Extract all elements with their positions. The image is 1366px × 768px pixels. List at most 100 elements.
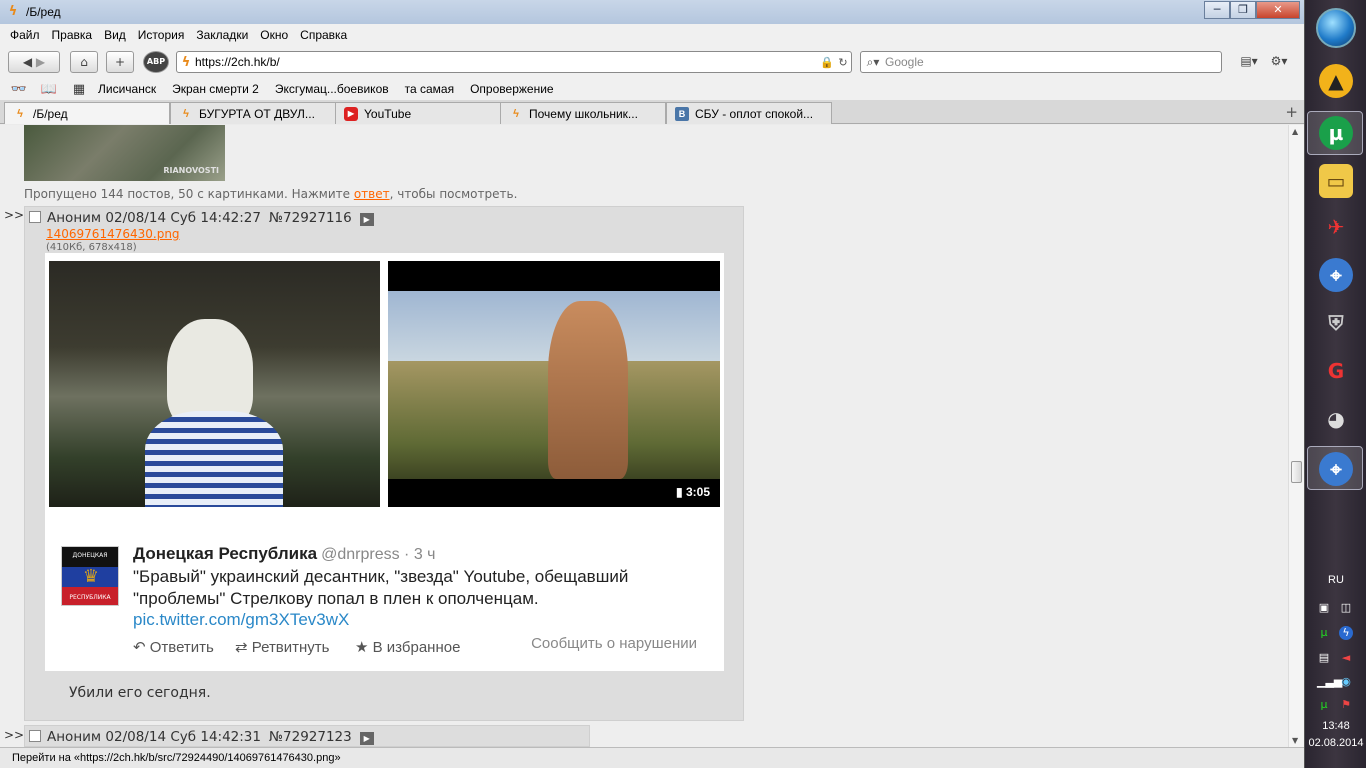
tweet-retweet: ⇄ Ретвитнуть (235, 638, 330, 656)
tab-sbu[interactable]: B СБУ - оплот спокой... (666, 102, 832, 124)
tray-utorrent-icon[interactable]: µ (1317, 698, 1331, 712)
back-forward-button[interactable]: ◀ ▶ (8, 51, 60, 73)
reload-icon[interactable]: ↻ (835, 56, 851, 69)
tab-bugurt[interactable]: ϟ БУГУРТА ОТ ДВУЛ... (170, 102, 336, 124)
tweet-photo-captive (49, 261, 380, 507)
world-of-tanks-icon[interactable]: ⛨ (1319, 306, 1353, 340)
post-select-checkbox[interactable] (29, 211, 41, 223)
safari-icon[interactable]: ⌖ (1319, 452, 1353, 486)
search-placeholder: Google (885, 55, 924, 69)
youtube-icon: ▶ (344, 106, 358, 121)
thread-op-image[interactable]: RIANOVOSTI (24, 125, 225, 181)
window-title: /Б/ред (26, 5, 61, 19)
close-button[interactable]: ✕ (1256, 1, 1300, 19)
address-bar[interactable]: ϟ https://2ch.hk/b/ 🔒 ↻ (176, 51, 852, 73)
post-number[interactable]: №72927123 (269, 729, 352, 745)
menu-edit[interactable]: Правка (46, 28, 99, 42)
bookmark-item[interactable]: Эксгумац...боевиков (275, 82, 389, 96)
tray-clipboard-icon[interactable]: ▤ (1317, 651, 1331, 665)
navigation-toolbar: ◀ ▶ ⌂ + ABP ϟ https://2ch.hk/b/ 🔒 ↻ ⌕▾ G… (0, 46, 1304, 78)
back-icon: ◀ (22, 55, 33, 69)
folder-icon[interactable]: ▭ (1319, 164, 1353, 198)
menu-help[interactable]: Справка (294, 28, 353, 42)
menu-bar: Файл Правка Вид История Закладки Окно Сп… (0, 24, 1304, 46)
safari-icon[interactable]: ⌖ (1319, 258, 1353, 292)
new-tab-button[interactable]: + (1285, 103, 1298, 121)
menu-bookmarks[interactable]: Закладки (190, 28, 254, 42)
forward-icon: ▶ (35, 55, 46, 69)
tweet-reply: ↶ Ответить (133, 638, 214, 656)
reading-list-icon[interactable]: 👓 (8, 82, 30, 97)
tray-volume-alt-icon[interactable]: ◫ (1339, 601, 1353, 615)
home-button[interactable]: ⌂ (70, 51, 98, 73)
tray-utorrent-icon[interactable]: µ (1317, 626, 1331, 640)
tweet-report: Сообщить о нарушении (531, 635, 697, 652)
vertical-scrollbar[interactable]: ▲ ▼ (1288, 125, 1304, 747)
retweet-icon: ⇄ (235, 639, 252, 656)
attachment-link[interactable]: 14069761476430.png (46, 227, 180, 241)
game-icon[interactable]: ✈ (1319, 210, 1353, 244)
gear-icon: ⚙▾ (1270, 54, 1288, 68)
maximize-button[interactable]: ❐ (1230, 1, 1256, 19)
settings-button[interactable]: ⚙▾ (1266, 51, 1292, 73)
2ch-icon: ϟ (17, 107, 23, 120)
menu-file[interactable]: Файл (4, 28, 46, 42)
tab-2ch-b[interactable]: ϟ /Б/ред (4, 102, 170, 124)
tweet-pic-link: pic.twitter.com/gm3XTev3wX (133, 610, 350, 629)
post-header: Аноним 02/08/14 Суб 14:42:31 №72927123 ▶ (29, 729, 374, 745)
reply-label: Ответить (149, 639, 214, 656)
reply-post: Аноним 02/08/14 Суб 14:42:27 №72927116 ▶ 1… (24, 206, 744, 721)
search-field[interactable]: ⌕▾ Google (860, 51, 1222, 73)
tray-flag-icon[interactable]: ⚑ (1339, 698, 1353, 712)
star-icon: ★ (355, 639, 373, 656)
bookmark-item[interactable]: Опровержение (470, 82, 553, 96)
adblock-icon: ABP (146, 57, 166, 66)
menu-history[interactable]: История (132, 28, 191, 42)
scroll-thumb[interactable] (1291, 461, 1302, 483)
favorite-label: В избранное (372, 639, 461, 656)
bookmarks-icon[interactable]: 📖 (38, 82, 60, 97)
adblock-button[interactable]: ABP (143, 51, 169, 73)
expand-icon[interactable]: ▶ (359, 732, 374, 745)
gimp-icon[interactable]: ◕ (1319, 402, 1353, 436)
post-number[interactable]: №72927116 (269, 210, 352, 226)
page-menu-button[interactable]: ▤▾ (1236, 51, 1262, 73)
tweet-author-name: Донецкая Республика (133, 544, 318, 563)
avast-icon[interactable]: ▲ (1319, 64, 1353, 98)
bookmark-item[interactable]: Лисичанск (98, 82, 156, 96)
url-text: https://2ch.hk/b/ (195, 55, 280, 69)
film-icon: ▮ (676, 485, 686, 499)
language-indicator[interactable]: RU (1305, 574, 1366, 586)
expand-icon[interactable]: ▶ (359, 213, 374, 226)
tray-mute-icon[interactable]: ◄ (1339, 651, 1353, 665)
add-bookmark-button[interactable]: + (106, 51, 134, 73)
attachment-image[interactable]: ▮ 3:05 ДОНЕЦКАЯ РЕСПУБЛИКА ♛ Донецкая Ре… (45, 253, 724, 671)
post-select-checkbox[interactable] (29, 730, 41, 742)
home-icon: ⌂ (80, 55, 88, 69)
omitted-text-end: , чтобы посмотреть. (389, 187, 518, 201)
bookmark-item[interactable]: та самая (405, 82, 454, 96)
tab-school[interactable]: ϟ Почему школьник... (500, 102, 666, 124)
scroll-up-icon[interactable]: ▲ (1292, 127, 1298, 136)
gaijin-icon[interactable]: G (1319, 354, 1353, 388)
tray-network-icon[interactable]: ◉ (1339, 675, 1353, 689)
tab-label: СБУ - оплот спокой... (695, 106, 814, 121)
minimize-button[interactable]: ─ (1204, 1, 1230, 19)
start-button[interactable] (1316, 8, 1356, 48)
bookmark-item[interactable]: Экран смерти 2 (172, 82, 259, 96)
tab-youtube[interactable]: ▶ YouTube (335, 102, 501, 124)
top-sites-icon[interactable]: ▦ (68, 82, 90, 97)
tray-signal-icon[interactable]: ▁▃▅ (1317, 675, 1342, 689)
utorrent-icon[interactable]: µ (1319, 116, 1353, 150)
tray-flash-icon[interactable]: ϟ (1339, 626, 1353, 640)
menu-window[interactable]: Окно (254, 28, 294, 42)
scroll-down-icon[interactable]: ▼ (1292, 736, 1298, 745)
clock-time[interactable]: 13:48 (1305, 720, 1366, 732)
windows-taskbar: ▲ µ ▭ ✈ ⌖ ⛨ G ◕ ⌖ RU ▣ ◫ µ ϟ ▤ ◄ ▁▃▅ ◉ µ… (1304, 0, 1366, 768)
reply-link[interactable]: ответ (354, 187, 390, 201)
clock-date[interactable]: 02.08.2014 (1305, 737, 1366, 749)
tab-label: YouTube (364, 106, 412, 121)
menu-view[interactable]: Вид (98, 28, 132, 42)
tray-app-icon[interactable]: ▣ (1317, 601, 1331, 615)
tweet-avatar: ДОНЕЦКАЯ РЕСПУБЛИКА ♛ (61, 546, 119, 606)
